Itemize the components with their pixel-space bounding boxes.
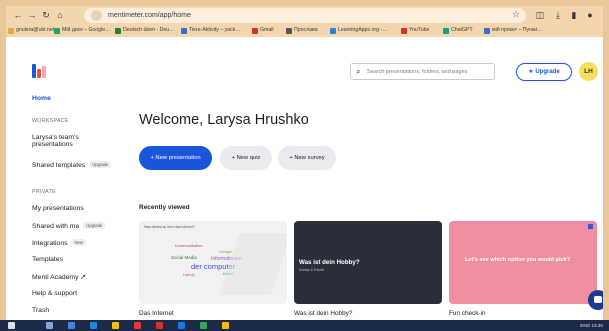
- mentimeter-app: ⌕ Search presentations, folders, and pag…: [6, 37, 603, 320]
- sidebar-item-home[interactable]: Home: [32, 95, 51, 102]
- bookmark-item[interactable]: Deutsch üben - Deu…: [115, 25, 174, 36]
- bookmark-item[interactable]: Gmail: [252, 25, 274, 36]
- bookmark-item[interactable]: ChatGPT: [443, 25, 473, 36]
- card-question: Was denkst du über das Internet?: [144, 225, 195, 229]
- presentation-card-hobby[interactable]: Was ist dein Hobby? Hobbys & Freizeit: [294, 221, 442, 304]
- sidebar-item-menti-academy[interactable]: Menti Academy ↗: [32, 273, 86, 281]
- laptop-image: [218, 233, 287, 295]
- sidebar-item-help-support[interactable]: Help & support: [32, 290, 77, 297]
- opera-icon[interactable]: [156, 322, 163, 329]
- upgrade-button[interactable]: ★ Upgrade: [516, 63, 572, 81]
- sidebar-item-my-presentations[interactable]: My presentations: [32, 205, 84, 212]
- home-icon[interactable]: ⌂: [54, 9, 66, 21]
- chrome-icon[interactable]: [200, 322, 207, 329]
- sidebar-item-integrations[interactable]: Integrations New: [32, 239, 86, 247]
- mentimeter-logo[interactable]: [32, 64, 46, 78]
- presentation-card-das-internet[interactable]: Was denkst du über das Internet? Kommuni…: [139, 221, 287, 304]
- card-subtitle: Hobbys & Freizeit: [299, 268, 325, 272]
- card-caption[interactable]: Fun check-in: [449, 310, 486, 317]
- presentation-card-fun-check-in[interactable]: Let's see which option you would pick?: [449, 221, 597, 304]
- chat-icon: [594, 296, 602, 303]
- sidebar-item-shared-templates[interactable]: Shared templates Upgrade: [32, 161, 112, 169]
- edge-icon[interactable]: [90, 322, 97, 329]
- sidebar-item-team-presentations[interactable]: Larysa's team's presentations: [32, 134, 79, 148]
- address-bar[interactable]: mentimeter.com/app/home ☆: [84, 8, 526, 23]
- screen: ← → ↻ ⌂ mentimeter.com/app/home ☆ ◫ ⤓ ▮ …: [0, 0, 609, 331]
- sidebar-item-trash[interactable]: Trash: [32, 307, 49, 314]
- new-presentation-button[interactable]: + New presentation: [139, 146, 212, 170]
- card-title: Let's see which option you would pick?: [465, 257, 571, 263]
- new-badge: New: [71, 239, 86, 246]
- search-icon: ⌕: [356, 67, 361, 76]
- explorer-icon[interactable]: [112, 322, 119, 329]
- start-icon[interactable]: [8, 322, 15, 329]
- search-placeholder: Search presentations, folders, and pages: [367, 69, 468, 75]
- new-quiz-button[interactable]: + New quiz: [220, 146, 272, 170]
- search-input[interactable]: ⌕ Search presentations, folders, and pag…: [350, 63, 495, 80]
- extensions-icon[interactable]: ◫: [534, 9, 546, 21]
- card-corner-mark: [588, 224, 593, 229]
- recently-viewed-heading: Recently viewed: [139, 204, 190, 211]
- browser-chrome: ← → ↻ ⌂ mentimeter.com/app/home ☆ ◫ ⤓ ▮ …: [6, 6, 603, 37]
- chrome-icon[interactable]: [222, 322, 229, 329]
- bookmark-item[interactable]: Прослава: [286, 25, 318, 36]
- search-taskbar-icon[interactable]: [46, 322, 53, 329]
- card-caption[interactable]: Das Internet: [139, 310, 174, 317]
- help-chat-button[interactable]: [588, 290, 603, 310]
- bookmark-item[interactable]: мій проєкт – Пунки…: [484, 25, 542, 36]
- bookmark-star-icon[interactable]: ☆: [512, 9, 520, 20]
- avatar[interactable]: LH: [579, 62, 598, 81]
- windows-taskbar: ENG 13:40: [0, 320, 609, 331]
- system-tray[interactable]: ENG 13:40: [580, 320, 603, 331]
- app-icon[interactable]: [178, 322, 185, 329]
- bookmark-item[interactable]: Мій диск – Google…: [54, 25, 110, 36]
- bookmark-item[interactable]: gnulera@ukr.net: [8, 25, 54, 36]
- bookmark-item[interactable]: LearningApps.org -…: [330, 25, 387, 36]
- site-info-icon[interactable]: [91, 10, 102, 21]
- forward-icon[interactable]: →: [26, 9, 38, 21]
- upgrade-badge: Upgrade: [83, 222, 106, 229]
- task-view-icon[interactable]: [68, 322, 75, 329]
- address-url: mentimeter.com/app/home: [108, 12, 191, 19]
- download-icon[interactable]: ⤓: [552, 9, 564, 21]
- sidebar-heading-private: PRIVATE: [32, 189, 56, 195]
- card-title: Was ist dein Hobby?: [299, 259, 360, 266]
- card-caption[interactable]: Was ist dein Hobby?: [294, 310, 352, 317]
- reload-icon[interactable]: ↻: [40, 9, 52, 21]
- bookmarks-bar: gnulera@ukr.net Мій диск – Google… Deuts…: [6, 25, 603, 36]
- sidebar-item-shared-with-me[interactable]: Shared with me Upgrade: [32, 222, 106, 230]
- sidebar-heading-workspace: WORKSPACE: [32, 118, 69, 124]
- word-cloud-word: Social Media: [171, 255, 197, 260]
- bookmark-item[interactable]: Tiere-Aktivity – yack…: [181, 25, 240, 36]
- sidebar-item-templates[interactable]: Templates: [32, 256, 63, 263]
- browser-nav-row: ← → ↻ ⌂ mentimeter.com/app/home ☆ ◫ ⤓ ▮ …: [6, 8, 603, 24]
- app-icon[interactable]: [134, 322, 141, 329]
- word-cloud-word: Handy: [183, 272, 195, 277]
- word-cloud-word: Kommunikation: [175, 243, 203, 248]
- profile-icon[interactable]: ●: [584, 9, 596, 21]
- sidepanel-icon[interactable]: ▮: [568, 9, 580, 21]
- word-cloud-word: Google: [219, 249, 232, 254]
- page-title: Welcome, Larysa Hrushko: [139, 112, 309, 128]
- back-icon[interactable]: ←: [12, 9, 24, 21]
- new-survey-button[interactable]: + New survey: [278, 146, 336, 170]
- upgrade-badge: Upgrade: [89, 161, 112, 168]
- bookmark-item[interactable]: YouTube: [401, 25, 429, 36]
